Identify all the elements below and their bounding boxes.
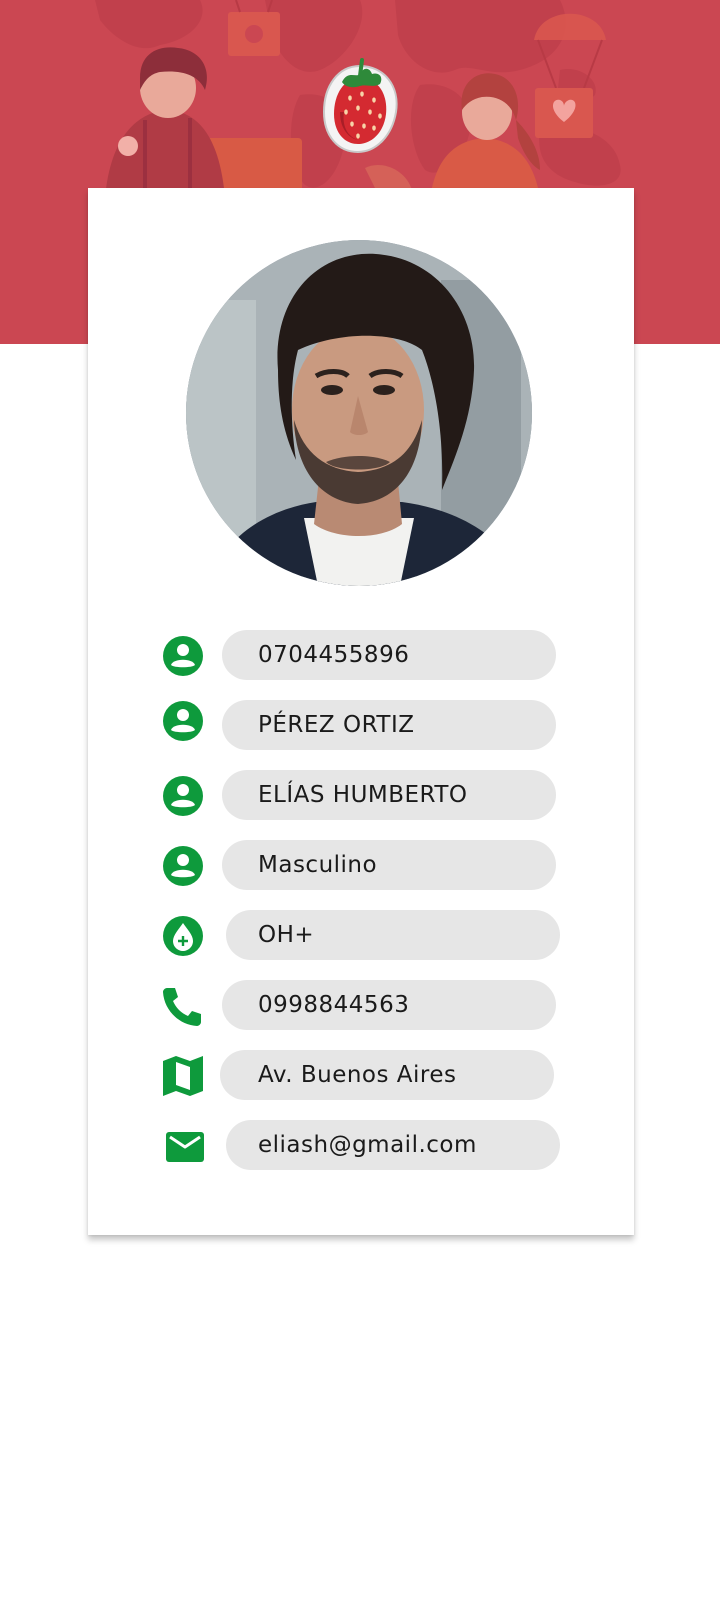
first-names-field[interactable]: ELÍAS HUMBERTO: [222, 770, 556, 820]
field-row-id-number: 0704455896: [162, 630, 562, 680]
blood-type-field[interactable]: OH+: [226, 910, 560, 960]
blood-drop-icon: [162, 915, 204, 957]
id-number-field[interactable]: 0704455896: [222, 630, 556, 680]
email-icon: [164, 1125, 206, 1167]
gender-field[interactable]: Masculino: [222, 840, 556, 890]
address-field[interactable]: Av. Buenos Aires: [220, 1050, 554, 1100]
field-row-last-names: PÉREZ ORTIZ: [162, 700, 562, 750]
phone-field[interactable]: 0998844563: [222, 980, 556, 1030]
last-names-field[interactable]: PÉREZ ORTIZ: [222, 700, 556, 750]
strawberry-logo-icon: [318, 56, 402, 156]
email-field[interactable]: eliash@gmail.com: [226, 1120, 560, 1170]
field-row-gender: Masculino: [162, 840, 562, 890]
field-row-address: Av. Buenos Aires: [162, 1050, 562, 1100]
field-row-phone: 0998844563: [162, 980, 562, 1030]
field-row-first-names: ELÍAS HUMBERTO: [162, 770, 562, 820]
account-circle-icon: [162, 635, 204, 677]
map-icon: [162, 1055, 204, 1097]
account-circle-icon: [162, 775, 204, 817]
field-row-blood-type: OH+: [162, 910, 566, 960]
profile-photo: [186, 240, 532, 586]
account-circle-icon: [162, 845, 204, 887]
field-row-email: eliash@gmail.com: [162, 1120, 566, 1170]
profile-card: 0704455896 PÉREZ ORTIZ ELÍAS HUMBERTO Ma…: [88, 188, 634, 1235]
account-circle-icon: [162, 700, 204, 742]
profile-screen: 0704455896 PÉREZ ORTIZ ELÍAS HUMBERTO Ma…: [0, 0, 720, 1600]
phone-icon: [162, 985, 204, 1027]
